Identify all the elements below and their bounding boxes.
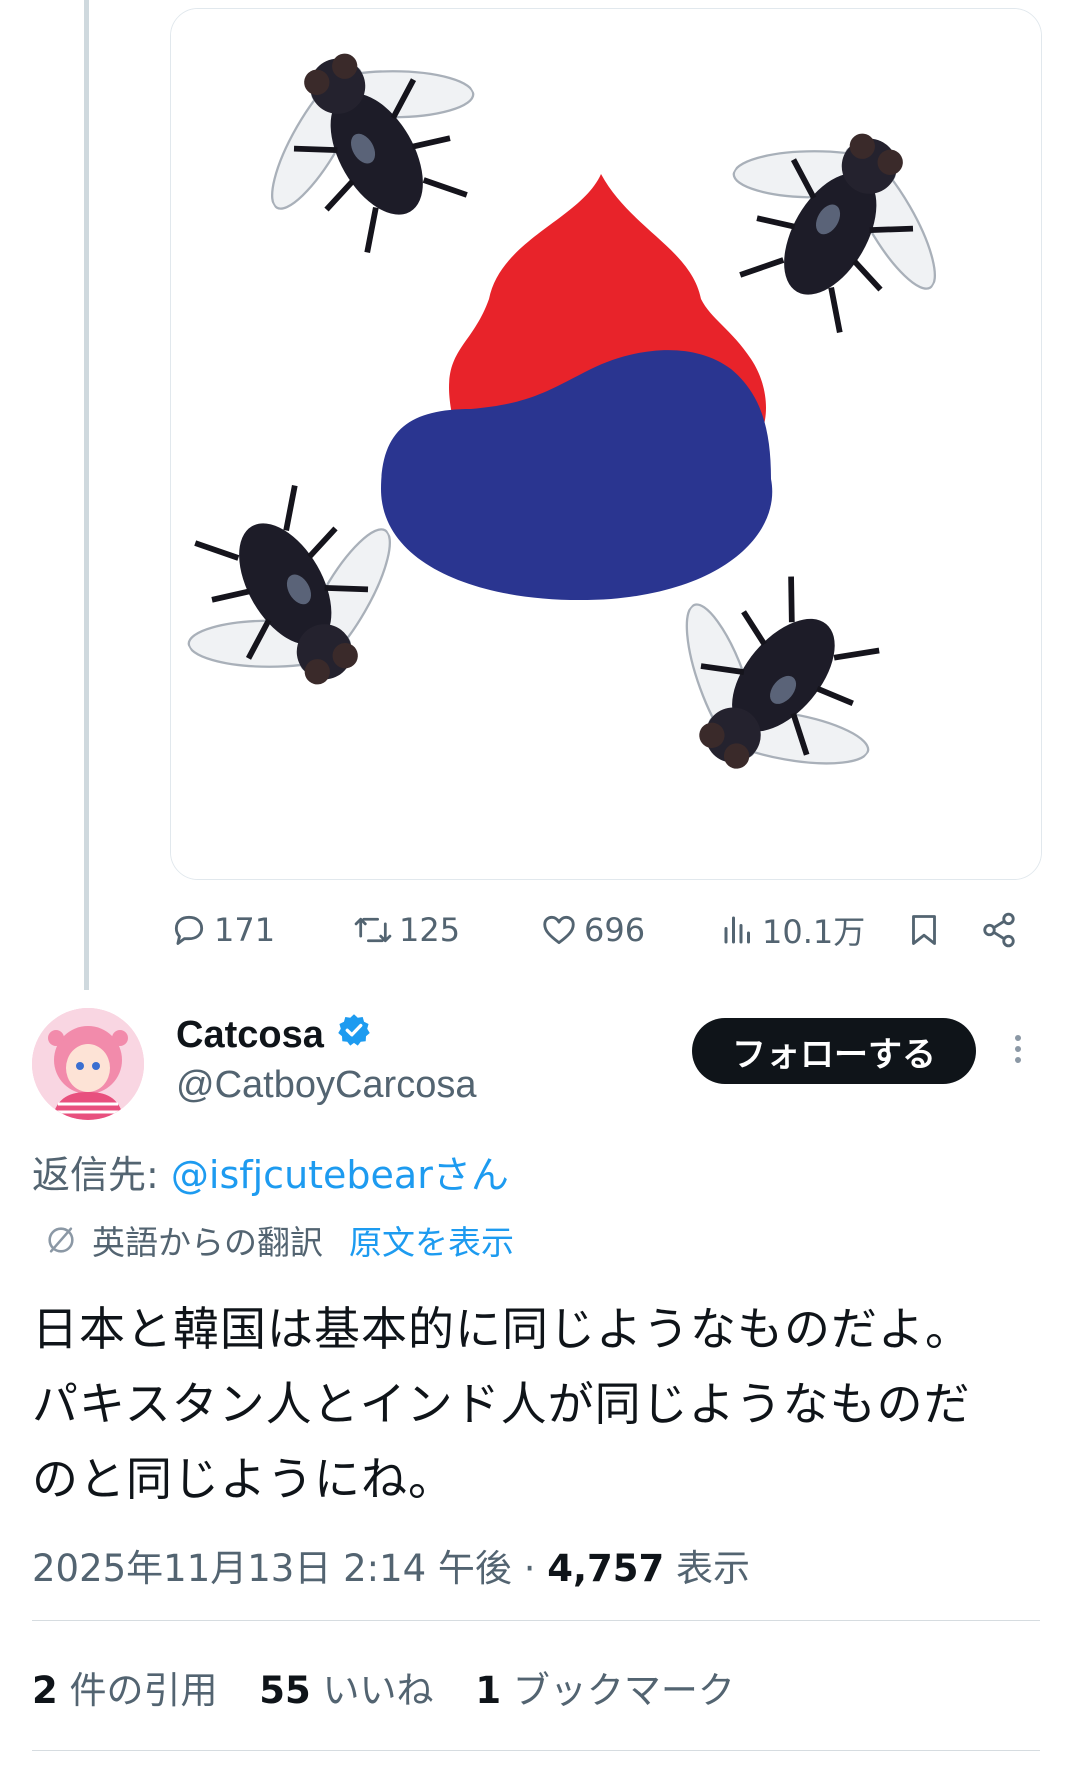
- retweet-button[interactable]: 125: [353, 900, 460, 960]
- retweet-count: 125: [399, 911, 461, 949]
- likes-stat[interactable]: 55 いいね: [259, 1669, 433, 1712]
- tweet-text-line: のと同じようにね。: [32, 1452, 455, 1506]
- bookmark-button[interactable]: [906, 900, 948, 960]
- reply-icon: [174, 915, 204, 945]
- author-name[interactable]: Catcosa: [176, 1012, 372, 1058]
- views-button[interactable]: 10.1万: [720, 900, 865, 960]
- bookmarks-count: 1: [475, 1669, 502, 1712]
- translation-notice: 英語からの翻訳 原文を表示: [44, 1216, 514, 1264]
- divider: [32, 1620, 1040, 1621]
- meta-separator: ·: [511, 1547, 548, 1590]
- avatar[interactable]: [32, 1008, 144, 1120]
- show-original-link[interactable]: 原文を表示: [349, 1216, 514, 1264]
- reply-to-line: 返信先: @isfjcutebearさん: [32, 1144, 509, 1199]
- view-count: 10.1万: [762, 913, 866, 951]
- share-button[interactable]: [980, 900, 1024, 960]
- follow-button[interactable]: フォローする: [692, 1018, 976, 1084]
- quotes-count: 2: [32, 1669, 58, 1712]
- quotes-stat[interactable]: 2 件の引用: [32, 1669, 218, 1712]
- reply-count: 171: [214, 911, 276, 949]
- reply-to-mention-link[interactable]: @isfjcutebearさん: [171, 1153, 509, 1197]
- more-options-icon[interactable]: [1006, 1030, 1030, 1074]
- likes-count: 55: [259, 1669, 311, 1712]
- like-count: 696: [584, 911, 646, 949]
- likes-label: いいね: [310, 1669, 434, 1712]
- avatar-illustration: [32, 1008, 144, 1120]
- translate-icon: [48, 1227, 74, 1253]
- share-icon: [983, 912, 1015, 948]
- retweet-icon: [354, 917, 392, 943]
- bookmarks-stat[interactable]: 1 ブックマーク: [475, 1669, 735, 1712]
- tweet-media-image[interactable]: [170, 8, 1042, 880]
- tweet-meta: 2025年11月13日 2:14 午後 · 4,757 表示: [32, 1538, 750, 1592]
- tweet-timestamp[interactable]: 2025年11月13日 2:14 午後: [32, 1547, 512, 1590]
- bookmark-icon: [912, 915, 936, 945]
- heart-icon: [543, 915, 575, 945]
- flag-parody-image: [171, 9, 1041, 879]
- reply-button[interactable]: 171: [170, 900, 275, 960]
- tweet-text-line: 日本と韓国は基本的に同じようなものだよ。: [32, 1302, 972, 1356]
- translation-label: 英語からの翻訳: [92, 1223, 323, 1262]
- meta-views-count: 4,757: [547, 1547, 665, 1590]
- divider: [32, 1750, 1040, 1751]
- like-button[interactable]: 696: [540, 900, 645, 960]
- meta-views-label: 表示: [664, 1547, 751, 1590]
- author-name-text: Catcosa: [176, 1013, 324, 1056]
- bookmarks-label: ブックマーク: [501, 1669, 735, 1712]
- engagement-stats: 2 件の引用 55 いいね 1 ブックマーク: [32, 1660, 765, 1714]
- tweet-text-line: パキスタン人とインド人が同じようなものだ: [32, 1377, 971, 1431]
- quotes-label: 件の引用: [57, 1669, 218, 1712]
- reply-to-label: 返信先:: [32, 1153, 171, 1197]
- analytics-icon: [724, 916, 750, 944]
- verified-badge-icon: [336, 1012, 372, 1058]
- author-handle[interactable]: @CatboyCarcosa: [176, 1064, 476, 1107]
- tweet-action-bar: 171 125 696 10.1万: [170, 900, 1040, 960]
- thread-connector-line: [84, 0, 89, 990]
- tweet-body: 日本と韓国は基本的に同じようなものだよ。 パキスタン人とインド人が同じようなもの…: [32, 1292, 1042, 1517]
